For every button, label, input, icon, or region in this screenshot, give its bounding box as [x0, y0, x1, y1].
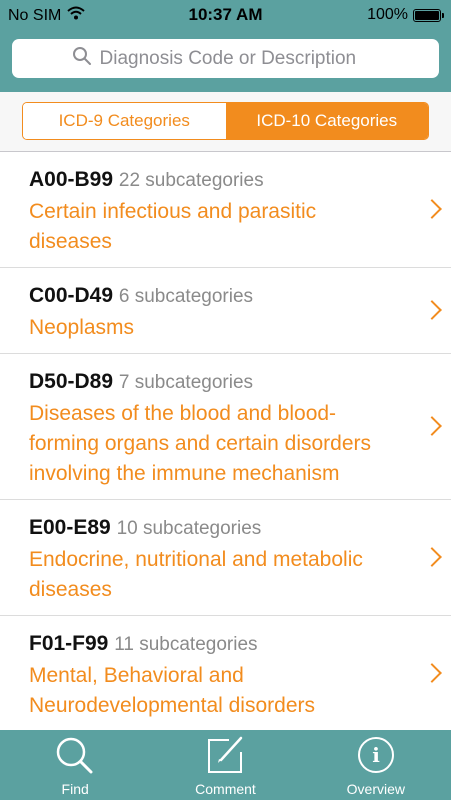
chevron-right-icon	[422, 546, 442, 567]
category-row-c00-d49[interactable]: C00-D49 6 subcategories Neoplasms	[0, 268, 451, 354]
tab-find-label: Find	[61, 781, 89, 797]
search-bar[interactable]	[12, 39, 439, 78]
category-heading: F01-F99 11 subcategories	[29, 630, 401, 659]
chevron-right-icon	[422, 198, 442, 219]
category-list: A00-B99 22 subcategories Certain infecti…	[0, 152, 451, 730]
battery-percent: 100%	[367, 6, 408, 23]
tab-comment-label: Comment	[195, 781, 256, 797]
category-code: C00-D49	[29, 284, 114, 307]
category-code: D50-D89	[29, 370, 114, 393]
chevron-right-icon	[422, 415, 442, 436]
category-description: Diseases of the blood and blood-forming …	[29, 402, 372, 485]
tab-comment[interactable]: Comment	[150, 730, 300, 800]
tab-overview[interactable]: i Overview	[301, 730, 451, 800]
category-row-d50-d89[interactable]: D50-D89 7 subcategories Diseases of the …	[0, 354, 451, 500]
category-heading: D50-D89 7 subcategories	[29, 368, 401, 397]
subcategory-count: 22 subcategories	[118, 170, 264, 191]
category-row-a00-b99[interactable]: A00-B99 22 subcategories Certain infecti…	[0, 152, 451, 268]
category-heading: E00-E89 10 subcategories	[29, 514, 401, 543]
category-description: Certain infectious and parasitic disease…	[29, 200, 317, 253]
category-description: Endocrine, nutritional and metabolic dis…	[29, 548, 363, 601]
category-code: A00-B99	[29, 168, 114, 191]
battery-group: 100%	[367, 6, 444, 24]
battery-icon	[413, 8, 444, 22]
category-row-e00-e89[interactable]: E00-E89 10 subcategories Endocrine, nutr…	[0, 500, 451, 616]
tab-find[interactable]: Find	[0, 730, 150, 800]
compose-icon	[203, 734, 247, 781]
subcategory-count: 7 subcategories	[118, 372, 254, 393]
category-row-f01-f99[interactable]: F01-F99 11 subcategories Mental, Behavio…	[0, 616, 451, 730]
segment-icd10[interactable]: ICD-10 Categories	[225, 103, 428, 139]
navigation-header: No SIM 10:37 AM 100%	[0, 0, 451, 92]
magnifier-icon	[53, 734, 97, 781]
svg-text:i: i	[372, 743, 380, 767]
category-code: F01-F99	[29, 632, 109, 655]
category-heading: C00-D49 6 subcategories	[29, 282, 401, 311]
search-input[interactable]	[99, 47, 380, 70]
subcategory-count: 11 subcategories	[114, 634, 258, 655]
category-description: Neoplasms	[29, 316, 135, 339]
status-bar: No SIM 10:37 AM 100%	[0, 0, 451, 30]
info-icon: i	[354, 734, 398, 781]
chevron-right-icon	[422, 299, 442, 320]
category-segmented-control: ICD-9 Categories ICD-10 Categories	[22, 102, 429, 140]
tab-overview-label: Overview	[346, 781, 405, 797]
tab-bar: Find Comment i Overview	[0, 730, 451, 800]
category-code: E00-E89	[29, 516, 111, 539]
chevron-right-icon	[422, 662, 442, 683]
subcategory-count: 6 subcategories	[118, 286, 254, 307]
subcategory-count: 10 subcategories	[116, 518, 262, 539]
segment-icd9[interactable]: ICD-9 Categories	[23, 103, 226, 139]
category-heading: A00-B99 22 subcategories	[29, 166, 401, 195]
segment-bar: ICD-9 Categories ICD-10 Categories	[0, 92, 451, 152]
search-icon	[72, 46, 92, 72]
category-description: Mental, Behavioral and Neurodevelopmenta…	[29, 664, 315, 717]
